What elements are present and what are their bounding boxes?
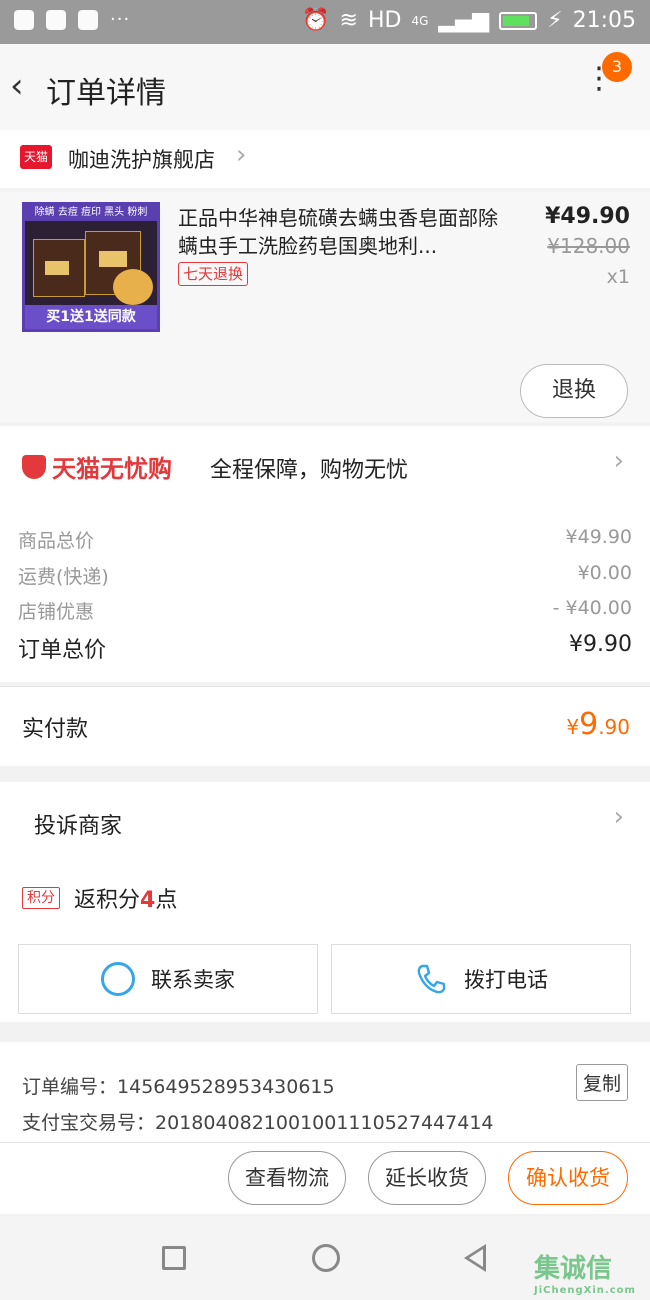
thumbnail-promo-text: 买1送1送同款 <box>25 305 157 329</box>
extend-receipt-button[interactable]: 延长收货 <box>368 1151 486 1205</box>
product-title[interactable]: 正品中华神皂硫磺去螨虫香皂面部除螨虫手工洗脸药皂国奥地利... <box>178 204 508 260</box>
page-title: 订单详情 <box>46 76 166 111</box>
thumbnail-top-text: 除螨 去痘 痘印 黑头 粉刺 <box>25 205 157 221</box>
wifi-icon: ≋ <box>339 8 358 33</box>
product-price: ¥49.90 <box>545 204 630 229</box>
call-phone-button[interactable]: 拨打电话 <box>331 944 631 1014</box>
top-nav-bar: ‹ 订单详情 ⋮ 3 <box>0 44 650 130</box>
charging-icon: ⚡ <box>547 8 563 33</box>
points-tag: 积分 <box>22 887 60 909</box>
paid-amount-row: 实付款 ¥9.90 <box>0 686 650 766</box>
refund-policy-tag: 七天退换 <box>178 262 249 286</box>
signal-type: 4G <box>411 13 429 28</box>
back-icon[interactable]: ‹ <box>10 66 24 106</box>
service-section: 投诉商家 › 积分 返积分4点 联系卖家 拨打电话 <box>0 782 650 1022</box>
shop-name: 咖迪洗护旗舰店 <box>68 148 215 172</box>
copy-button[interactable]: 复制 <box>575 1064 628 1101</box>
paid-label: 实付款 <box>22 717 89 742</box>
view-logistics-button[interactable]: 查看物流 <box>228 1151 346 1205</box>
shipping-row: 运费(快递) ¥0.00 <box>18 562 632 588</box>
signal-icon: ▂▄▆ <box>438 8 490 33</box>
price-summary: 商品总价 ¥49.90 运费(快递) ¥0.00 店铺优惠 - ¥40.00 订… <box>0 504 650 682</box>
wechat-icon <box>14 10 34 30</box>
shield-icon <box>78 10 98 30</box>
order-total-row: 订单总价 ¥9.90 <box>18 632 632 663</box>
confirm-receipt-button[interactable]: 确认收货 <box>508 1151 628 1205</box>
order-number: 订单编号：145649528953430615 <box>22 1076 335 1098</box>
bottom-action-bar: 查看物流 延长收货 确认收货 <box>0 1142 650 1214</box>
discount-row: 店铺优惠 - ¥40.00 <box>18 597 632 623</box>
points-reward: 积分 返积分4点 <box>22 882 177 914</box>
quantity: x1 <box>606 266 630 288</box>
network-type: HD <box>367 8 402 33</box>
clock: 21:05 <box>572 8 636 33</box>
image-icon <box>46 10 66 30</box>
goods-total-row: 商品总价 ¥49.90 <box>18 526 632 552</box>
tmall-logo: 天猫 <box>20 145 52 169</box>
recent-apps-icon[interactable] <box>162 1246 186 1270</box>
chevron-right-icon: › <box>236 140 247 170</box>
chevron-right-icon: › <box>613 802 624 832</box>
order-info: 订单编号：145649528953430615 复制 支付宝交易号：201804… <box>0 1042 650 1142</box>
product-thumbnail[interactable]: 除螨 去痘 痘印 黑头 粉刺 买1送1送同款 <box>22 202 160 332</box>
shop-row[interactable]: 天猫 咖迪洗护旗舰店 › <box>0 130 650 188</box>
guarantee-text: 全程保障，购物无忧 <box>210 458 409 483</box>
watermark-logo: 集诚信 JiChengXin.com <box>534 1254 636 1296</box>
notification-badge: 3 <box>602 52 632 82</box>
battery-icon <box>499 11 538 30</box>
chevron-right-icon: › <box>613 446 624 476</box>
more-notifications-icon: ··· <box>110 9 131 30</box>
phone-icon <box>417 964 446 994</box>
product-card[interactable]: 除螨 去痘 痘印 黑头 粉刺 买1送1送同款 正品中华神皂硫磺去螨虫香皂面部除螨… <box>0 192 650 422</box>
chat-face-icon <box>101 962 135 996</box>
alarm-icon: ⏰ <box>302 8 330 33</box>
home-icon[interactable] <box>312 1244 340 1272</box>
original-price: ¥128.00 <box>547 234 630 258</box>
back-triangle-icon[interactable] <box>464 1244 486 1272</box>
status-bar: ··· ⏰ ≋ HD 4G ▂▄▆ ⚡ 21:05 <box>0 0 650 44</box>
alipay-transaction-number: 支付宝交易号：2018040821001001110527447414 <box>22 1112 494 1134</box>
refund-button[interactable]: 退换 <box>520 364 628 418</box>
complain-merchant-link[interactable]: 投诉商家 <box>34 808 122 840</box>
guarantee-row[interactable]: 天猫无忧购 全程保障，购物无忧 › <box>0 426 650 504</box>
contact-seller-button[interactable]: 联系卖家 <box>18 944 318 1014</box>
paid-amount: ¥9.90 <box>566 707 630 742</box>
tmall-worry-free-logo: 天猫无忧购 <box>22 449 172 484</box>
tmall-cat-icon <box>22 454 46 479</box>
